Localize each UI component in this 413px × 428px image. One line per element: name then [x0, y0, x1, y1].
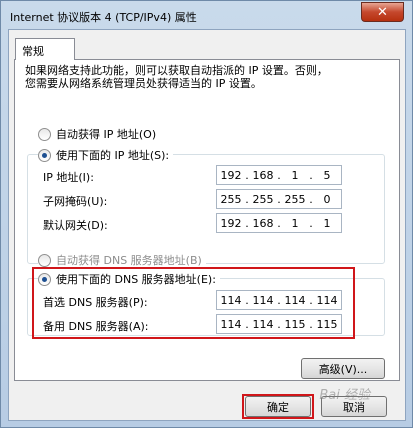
ip-octet: 114	[252, 293, 274, 307]
auto-ip-label: 自动获得 IP 地址(O)	[56, 128, 157, 141]
ok-button[interactable]: 确定	[245, 396, 311, 417]
tab-general-label: 常规	[22, 45, 44, 58]
close-button[interactable]: ✕	[361, 2, 404, 22]
ip-octet: 255	[220, 192, 242, 206]
dialog-client-area: 常规 如果网络支持此功能，则可以获取自动指派的 IP 设置。否则， 您需要从网络…	[8, 29, 406, 421]
ip-octet: 114	[316, 293, 338, 307]
ip-octet: 1	[291, 216, 299, 230]
default-gateway-label: 默认网关(D):	[43, 219, 108, 232]
ip-octet: 1	[323, 216, 331, 230]
manual-dns-label: 使用下面的 DNS 服务器地址(E):	[56, 273, 216, 286]
close-icon: ✕	[377, 4, 388, 20]
ip-octet: 115	[316, 317, 338, 331]
auto-dns-radio[interactable]: 自动获得 DNS 服务器地址(B)	[38, 252, 206, 268]
ip-octet: 192	[220, 168, 242, 182]
ip-octet: 114	[220, 317, 242, 331]
description-line-2: 您需要从网络系统管理员处获得适当的 IP 设置。	[25, 77, 262, 90]
title-bar[interactable]: Internet 协议版本 4 (TCP/IPv4) 属性 ✕	[1, 1, 412, 29]
advanced-button-label: 高级(V)...	[318, 362, 368, 376]
alternate-dns-label: 备用 DNS 服务器(A):	[43, 320, 149, 333]
ip-octet: 255	[252, 192, 274, 206]
auto-ip-radio-button[interactable]	[38, 127, 51, 141]
window-title: Internet 协议版本 4 (TCP/IPv4) 属性	[10, 11, 197, 24]
ok-button-label: 确定	[267, 400, 289, 414]
auto-dns-label: 自动获得 DNS 服务器地址(B)	[56, 254, 202, 267]
preferred-dns-label: 首选 DNS 服务器(P):	[43, 296, 148, 309]
ip-octet: 1	[291, 168, 299, 182]
watermark-text: Bai 经验	[319, 388, 370, 403]
subnet-mask-input[interactable]: 255. 255. 255. 0	[216, 189, 342, 209]
ip-octet: 255	[284, 192, 306, 206]
description-text: 如果网络支持此功能，则可以获取自动指派的 IP 设置。否则， 您需要从网络系统管…	[25, 64, 385, 90]
ip-address-label: IP 地址(I):	[43, 171, 94, 184]
preferred-dns-input[interactable]: 114. 114. 114. 114	[216, 290, 342, 310]
ip-octet: 114	[220, 293, 242, 307]
dialog-window: Internet 协议版本 4 (TCP/IPv4) 属性 ✕ 常规 如果网络支…	[0, 0, 413, 428]
manual-ip-radio-button[interactable]	[38, 148, 51, 162]
alternate-dns-input[interactable]: 114. 114. 115. 115	[216, 314, 342, 334]
ip-octet: 168	[252, 168, 274, 182]
ip-octet: 114	[284, 293, 306, 307]
subnet-mask-label: 子网掩码(U):	[43, 195, 108, 208]
tab-general[interactable]: 常规	[15, 38, 75, 60]
manual-ip-label: 使用下面的 IP 地址(S):	[56, 149, 170, 162]
ip-octet: 115	[284, 317, 306, 331]
ip-address-input[interactable]: 192. 168. 1. 5	[216, 165, 342, 185]
description-line-1: 如果网络支持此功能，则可以获取自动指派的 IP 设置。否则，	[25, 64, 328, 77]
manual-dns-radio[interactable]: 使用下面的 DNS 服务器地址(E):	[38, 271, 220, 287]
ip-octet: 5	[323, 168, 331, 182]
default-gateway-input[interactable]: 192. 168. 1. 1	[216, 213, 342, 233]
ip-octet: 114	[252, 317, 274, 331]
ip-octet: 168	[252, 216, 274, 230]
manual-ip-radio[interactable]: 使用下面的 IP 地址(S):	[38, 147, 174, 163]
auto-dns-radio-button[interactable]	[38, 253, 51, 267]
manual-dns-radio-button[interactable]	[38, 272, 51, 286]
ip-octet: 192	[220, 216, 242, 230]
auto-ip-radio[interactable]: 自动获得 IP 地址(O)	[38, 126, 161, 142]
ip-octet: 0	[323, 192, 331, 206]
advanced-button[interactable]: 高级(V)...	[301, 358, 385, 379]
